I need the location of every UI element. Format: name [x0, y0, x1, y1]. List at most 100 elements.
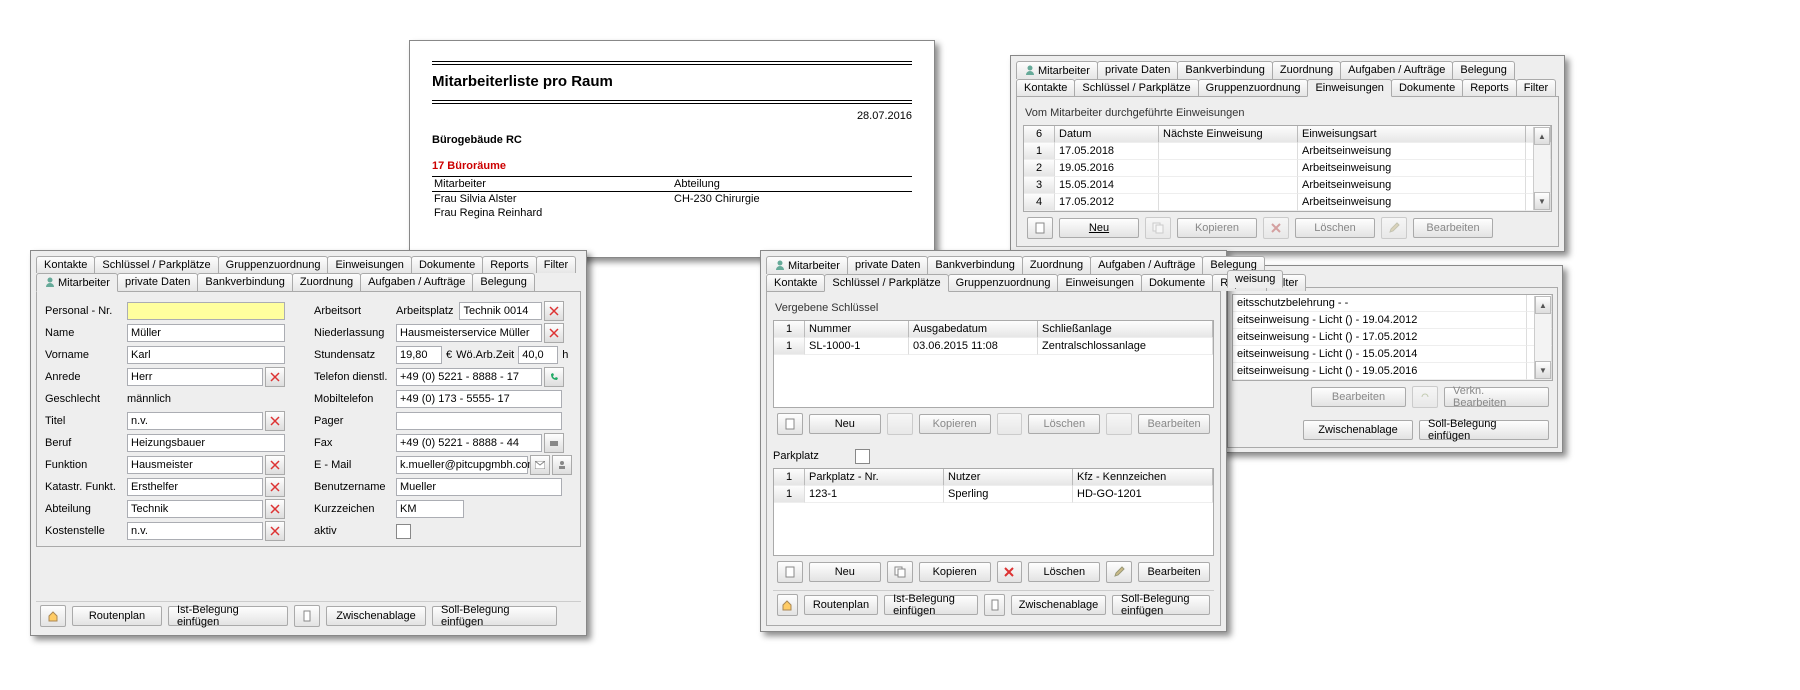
- mobil-field[interactable]: +49 (0) 173 - 5555- 17: [396, 390, 562, 408]
- induct-grid[interactable]: 6 Datum Nächste Einweisung Einweisungsar…: [1023, 125, 1552, 212]
- picker-icon[interactable]: [265, 455, 285, 475]
- picker-icon[interactable]: [265, 477, 285, 497]
- phone-icon[interactable]: [544, 367, 564, 387]
- arbeitsplatz-field[interactable]: Technik 0014: [459, 302, 542, 320]
- park-grid[interactable]: 1 Parkplatz - Nr. Nutzer Kfz - Kennzeich…: [773, 468, 1214, 556]
- tab-aufgaben[interactable]: Aufgaben / Aufträge: [1090, 256, 1203, 274]
- soll-belegung-button[interactable]: Soll-Belegung einfügen: [1112, 595, 1210, 615]
- table-row[interactable]: 219.05.2016Arbeitseinweisung: [1024, 160, 1551, 177]
- col-naechste[interactable]: Nächste Einweisung: [1159, 126, 1298, 143]
- col-ausgabedatum[interactable]: Ausgabedatum: [909, 321, 1038, 338]
- col-kfz[interactable]: Kfz - Kennzeichen: [1073, 469, 1213, 486]
- tab-belegung[interactable]: Belegung: [1452, 61, 1515, 79]
- clipboard-icon[interactable]: [294, 605, 320, 627]
- tab-dokumente[interactable]: Dokumente: [1141, 274, 1213, 291]
- zwischenablage-button[interactable]: Zwischenablage: [1011, 595, 1106, 615]
- tab-weisung-fragment[interactable]: weisung: [1227, 270, 1283, 288]
- beruf-field[interactable]: Heizungsbauer: [127, 434, 285, 452]
- list-item[interactable]: eitseinweisung - Licht () - 17.05.2012: [1233, 329, 1552, 346]
- ist-belegung-button[interactable]: Ist-Belegung einfügen: [884, 595, 978, 615]
- niederlassung-field[interactable]: Hausmeisterservice Müller: [396, 324, 542, 342]
- side-grid[interactable]: eitsschutzbelehrung - -eitseinweisung - …: [1232, 294, 1553, 381]
- picker-icon[interactable]: [265, 367, 285, 387]
- tab-aufgaben[interactable]: Aufgaben / Aufträge: [1340, 61, 1453, 79]
- zwischenablage-button[interactable]: Zwischenablage: [326, 606, 426, 626]
- parkplatz-checkbox[interactable]: [855, 449, 870, 464]
- funktion-field[interactable]: Hausmeister: [127, 456, 263, 474]
- tab-private-daten[interactable]: private Daten: [847, 256, 928, 274]
- tab-mitarbeiter[interactable]: Mitarbeiter: [36, 273, 118, 292]
- tab-kontakte[interactable]: Kontakte: [766, 274, 825, 291]
- fax-icon[interactable]: [544, 433, 564, 453]
- tab-zuordnung[interactable]: Zuordnung: [1022, 256, 1091, 274]
- table-row[interactable]: 315.05.2014Arbeitseinweisung: [1024, 177, 1551, 194]
- ist-belegung-button[interactable]: Ist-Belegung einfügen: [168, 606, 288, 626]
- tab-gruppenzuordnung[interactable]: Gruppenzuordnung: [1198, 79, 1309, 96]
- anrede-field[interactable]: Herr: [127, 368, 263, 386]
- copy-icon[interactable]: [887, 561, 913, 583]
- tab-zuordnung[interactable]: Zuordnung: [1272, 61, 1341, 79]
- mail-icon[interactable]: [530, 455, 550, 475]
- col-datum[interactable]: Datum: [1055, 126, 1159, 143]
- delete-icon[interactable]: [997, 561, 1023, 583]
- tab-dokumente[interactable]: Dokumente: [411, 256, 483, 273]
- tab-einweisungen[interactable]: Einweisungen: [1057, 274, 1142, 291]
- abteilung-field[interactable]: Technik: [127, 500, 263, 518]
- tab-belegung[interactable]: Belegung: [472, 273, 535, 291]
- table-row[interactable]: 1 123-1 Sperling HD-GO-1201: [774, 486, 1213, 503]
- home-icon[interactable]: [40, 605, 66, 627]
- soll-belegung-button[interactable]: Soll-Belegung einfügen: [432, 606, 557, 626]
- kurzzeichen-field[interactable]: KM: [396, 500, 464, 518]
- new-icon[interactable]: [777, 561, 803, 583]
- bearbeiten-button[interactable]: Bearbeiten: [1138, 562, 1210, 582]
- personal-nr-field[interactable]: [127, 302, 285, 320]
- tab-bankverbindung[interactable]: Bankverbindung: [927, 256, 1023, 274]
- tab-gruppenzuordnung[interactable]: Gruppenzuordnung: [218, 256, 329, 273]
- kostenstelle-field[interactable]: n.v.: [127, 522, 263, 540]
- neu-button[interactable]: Neu: [809, 414, 881, 434]
- scrollbar[interactable]: ▲▼: [1533, 127, 1550, 210]
- edit-icon[interactable]: [1106, 561, 1132, 583]
- clipboard-icon[interactable]: [984, 594, 1005, 616]
- contact-icon[interactable]: [552, 455, 572, 475]
- tab-einweisungen[interactable]: Einweisungen: [1307, 79, 1392, 97]
- routenplan-button[interactable]: Routenplan: [804, 595, 878, 615]
- tab-dokumente[interactable]: Dokumente: [1391, 79, 1463, 96]
- tab-private-daten[interactable]: private Daten: [117, 273, 198, 291]
- list-item[interactable]: eitseinweisung - Licht () - 19.05.2016: [1233, 363, 1552, 380]
- tab-gruppenzuordnung[interactable]: Gruppenzuordnung: [948, 274, 1059, 291]
- scrollbar[interactable]: ▲▼: [1534, 296, 1551, 379]
- vorname-field[interactable]: Karl: [127, 346, 285, 364]
- col-nummer[interactable]: Nummer: [805, 321, 909, 338]
- soll-belegung-button[interactable]: Soll-Belegung einfügen: [1419, 420, 1549, 440]
- neu-button[interactable]: Neu: [809, 562, 881, 582]
- list-item[interactable]: eitseinweisung - Licht () - 19.04.2012: [1233, 312, 1552, 329]
- titel-field[interactable]: n.v.: [127, 412, 263, 430]
- col-nutzer[interactable]: Nutzer: [944, 469, 1073, 486]
- list-item[interactable]: eitseinweisung - Licht () - 15.05.2014: [1233, 346, 1552, 363]
- loeschen-button[interactable]: Löschen: [1028, 562, 1100, 582]
- kopieren-button[interactable]: Kopieren: [919, 562, 991, 582]
- tel-dienst-field[interactable]: +49 (0) 5221 - 8888 - 17: [396, 368, 542, 386]
- col-art[interactable]: Einweisungsart: [1298, 126, 1526, 143]
- tab-schluessel[interactable]: Schlüssel / Parkplätze: [1074, 79, 1198, 96]
- table-row[interactable]: 417.05.2012Arbeitseinweisung: [1024, 194, 1551, 211]
- routenplan-button[interactable]: Routenplan: [72, 606, 162, 626]
- table-row[interactable]: 117.05.2018Arbeitseinweisung: [1024, 143, 1551, 160]
- katastr-field[interactable]: Ersthelfer: [127, 478, 263, 496]
- name-field[interactable]: Müller: [127, 324, 285, 342]
- tab-private-daten[interactable]: private Daten: [1097, 61, 1178, 79]
- new-icon[interactable]: [1027, 217, 1053, 239]
- tab-reports[interactable]: Reports: [482, 256, 537, 273]
- tab-filter[interactable]: Filter: [536, 256, 576, 273]
- tab-mitarbeiter[interactable]: Mitarbeiter: [766, 256, 848, 274]
- tab-kontakte[interactable]: Kontakte: [1016, 79, 1075, 96]
- home-icon[interactable]: [777, 594, 798, 616]
- zwischenablage-button[interactable]: Zwischenablage: [1303, 420, 1413, 440]
- neu-button[interactable]: Neu: [1059, 218, 1139, 238]
- col-parkplatz-nr[interactable]: Parkplatz - Nr.: [805, 469, 944, 486]
- col-schliessanlage[interactable]: Schließanlage: [1038, 321, 1213, 338]
- keys-grid[interactable]: 1 Nummer Ausgabedatum Schließanlage 1 SL…: [773, 320, 1214, 408]
- tab-bankverbindung[interactable]: Bankverbindung: [197, 273, 293, 291]
- new-icon[interactable]: [777, 413, 803, 435]
